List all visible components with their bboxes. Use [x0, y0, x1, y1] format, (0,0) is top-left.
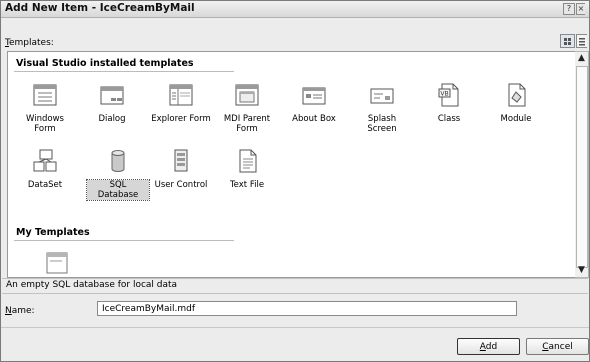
database-cylinder-icon	[111, 150, 125, 172]
group-divider	[14, 71, 234, 72]
template-label: SQL Database	[86, 179, 150, 201]
template-explorer-form[interactable]: Explorer Form	[150, 82, 212, 124]
templates-scrollbar[interactable]: ▲ ▼	[575, 51, 589, 278]
title-bar[interactable]: Add New Item - IceCreamByMail ? ×	[1, 1, 589, 18]
user-control-icon	[174, 149, 188, 172]
template-text-file[interactable]: Text File	[216, 148, 278, 190]
add-button[interactable]: Add	[457, 338, 520, 355]
explorer-form-icon	[169, 84, 193, 106]
template-label: Splash Screen	[367, 114, 397, 134]
template-sql-database[interactable]: SQL Database	[86, 148, 150, 201]
dataset-icon	[33, 149, 57, 172]
templates-label: Templates:	[5, 38, 54, 48]
template-label: DataSet	[27, 180, 63, 190]
svg-text:VB: VB	[440, 91, 448, 98]
template-label: MDI Parent Form	[223, 114, 271, 134]
help-icon[interactable]: ?	[563, 3, 575, 15]
windows-form-icon	[33, 84, 57, 106]
scroll-up-icon[interactable]: ▲	[575, 52, 588, 64]
template-label: About Box	[292, 114, 336, 124]
search-online-templates-icon	[46, 252, 68, 274]
large-icons-icon	[564, 38, 571, 45]
template-about-box[interactable]: About Box	[283, 82, 345, 124]
dialog-icon	[100, 86, 124, 105]
template-label: Explorer Form	[151, 114, 211, 124]
name-input[interactable]	[97, 301, 517, 316]
template-label: Class	[437, 114, 461, 124]
template-description: An empty SQL database for local data	[6, 280, 178, 290]
group-header-installed: Visual Studio installed templates	[16, 58, 194, 69]
template-module[interactable]: Module	[485, 82, 547, 124]
scroll-down-icon[interactable]: ▼	[575, 264, 588, 276]
separator	[1, 327, 589, 328]
mdi-parent-form-icon	[235, 84, 259, 106]
cancel-button[interactable]: Cancel	[526, 338, 589, 355]
template-windows-form[interactable]: Windows Form	[14, 82, 76, 134]
scroll-thumb[interactable]	[576, 66, 588, 268]
name-label: Name:	[5, 306, 35, 316]
group-divider	[14, 240, 234, 241]
template-class[interactable]: VB Class	[418, 82, 480, 124]
template-dataset[interactable]: DataSet	[14, 148, 76, 190]
large-icons-view-button[interactable]	[560, 34, 575, 48]
template-search-online[interactable]	[42, 250, 72, 276]
module-icon	[508, 83, 526, 107]
group-header-my-templates: My Templates	[16, 227, 90, 238]
template-label: Text File	[229, 180, 265, 190]
template-mdi-parent-form[interactable]: MDI Parent Form	[216, 82, 278, 134]
class-file-icon: VB	[438, 83, 459, 107]
text-file-icon	[239, 149, 257, 173]
template-label: Windows Form	[26, 114, 64, 134]
template-label: User Control	[154, 180, 208, 190]
window-title: Add New Item - IceCreamByMail	[5, 2, 195, 14]
close-icon[interactable]: ×	[576, 3, 585, 15]
template-user-control[interactable]: User Control	[150, 148, 212, 190]
add-new-item-dialog: Add New Item - IceCreamByMail ? × Templa…	[0, 0, 590, 362]
splash-screen-icon	[370, 88, 394, 104]
list-view-icon	[579, 38, 585, 46]
about-box-icon	[302, 87, 326, 105]
template-splash-screen[interactable]: Splash Screen	[351, 82, 413, 134]
template-label: Module	[500, 114, 532, 124]
status-bar: An empty SQL database for local data	[2, 278, 588, 294]
small-icons-view-button[interactable]	[576, 34, 587, 48]
template-dialog[interactable]: Dialog	[81, 82, 143, 124]
template-label: Dialog	[98, 114, 126, 124]
templates-list[interactable]: Visual Studio installed templates Window…	[7, 51, 576, 278]
